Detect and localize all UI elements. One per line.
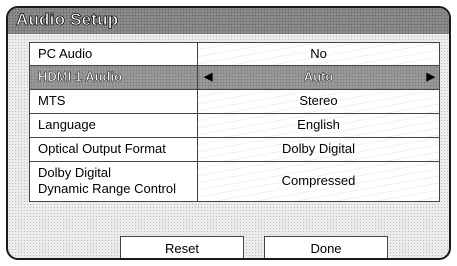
setting-row-language[interactable]: Language English bbox=[29, 114, 440, 138]
setting-value-selector[interactable]: ◀ Auto ▶ bbox=[198, 66, 439, 89]
setting-row-dolby-dynamic-range[interactable]: Dolby Digital Dynamic Range Control Comp… bbox=[29, 162, 440, 202]
setting-value[interactable]: Compressed bbox=[198, 162, 439, 201]
dialog-title: Audio Setup bbox=[16, 10, 119, 30]
setting-label: Optical Output Format bbox=[30, 138, 198, 161]
triangle-right-icon[interactable]: ▶ bbox=[427, 66, 435, 88]
setting-label: PC Audio bbox=[30, 43, 198, 65]
setting-label: MTS bbox=[30, 90, 198, 113]
settings-list: PC Audio No HDMI 1 Audio ◀ Auto ▶ MTS St… bbox=[29, 42, 440, 202]
setting-label: Language bbox=[30, 114, 198, 137]
setting-label: HDMI 1 Audio bbox=[30, 66, 198, 89]
done-button[interactable]: Done bbox=[264, 236, 388, 258]
setting-value[interactable]: Dolby Digital bbox=[198, 138, 439, 161]
reset-button[interactable]: Reset bbox=[120, 236, 244, 258]
triangle-left-icon[interactable]: ◀ bbox=[204, 66, 212, 88]
setting-row-mts[interactable]: MTS Stereo bbox=[29, 90, 440, 114]
setting-label: Dolby Digital Dynamic Range Control bbox=[30, 162, 198, 201]
title-bar: Audio Setup bbox=[8, 8, 449, 34]
setting-value[interactable]: Stereo bbox=[198, 90, 439, 113]
setting-row-pc-audio[interactable]: PC Audio No bbox=[29, 42, 440, 66]
setting-row-hdmi-1-audio[interactable]: HDMI 1 Audio ◀ Auto ▶ bbox=[29, 66, 440, 90]
setting-label-line1: Dolby Digital bbox=[38, 165, 111, 180]
audio-setup-dialog: Audio Setup PC Audio No HDMI 1 Audio ◀ A… bbox=[6, 6, 451, 260]
setting-value: Auto bbox=[303, 69, 334, 85]
setting-value[interactable]: English bbox=[198, 114, 439, 137]
setting-row-optical-output-format[interactable]: Optical Output Format Dolby Digital bbox=[29, 138, 440, 162]
setting-value[interactable]: No bbox=[198, 43, 439, 65]
setting-label-line2: Dynamic Range Control bbox=[38, 181, 177, 196]
